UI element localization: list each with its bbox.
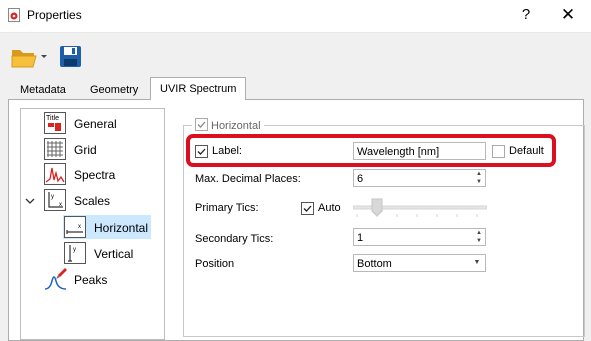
auto-checkbox[interactable] (301, 202, 314, 215)
secondary-tics-spinbox[interactable]: 1 ▲ ▼ (353, 228, 486, 246)
spin-up-icon[interactable]: ▲ (475, 230, 483, 237)
tree-item-peaks[interactable]: Peaks (74, 269, 107, 291)
tab-uvir-spectrum[interactable]: UVIR Spectrum (150, 77, 247, 100)
primary-tics-label: Primary Tics: (195, 202, 259, 214)
horizontal-enable-checkbox[interactable] (195, 118, 208, 131)
svg-text:y: y (73, 247, 76, 253)
dropdown-arrow-icon: ▼ (473, 259, 481, 266)
auto-checkbox-text: Auto (318, 202, 341, 214)
tree-item-vertical[interactable]: Vertical (94, 243, 133, 265)
primary-tics-slider[interactable] (352, 196, 488, 218)
tree-item-scales[interactable]: Scales (74, 190, 110, 212)
vertical-scale-icon: y (64, 242, 86, 264)
save-disk-icon (60, 46, 81, 67)
secondary-tics-label: Secondary Tics: (195, 233, 274, 245)
title-icon: Title (44, 112, 66, 134)
peaks-icon (44, 267, 67, 290)
spin-up-icon[interactable]: ▲ (475, 171, 483, 178)
position-value: Bottom (357, 258, 392, 270)
properties-app-icon (7, 8, 21, 22)
grid-icon (44, 138, 66, 160)
tree-item-horizontal[interactable]: Horizontal (94, 217, 148, 239)
decimal-places-value: 6 (357, 173, 364, 185)
close-button[interactable]: ✕ (556, 4, 580, 26)
save-button[interactable] (58, 44, 84, 70)
horizontal-scale-icon: x (64, 216, 86, 238)
spin-down-icon[interactable]: ▼ (475, 238, 483, 245)
tab-geometry[interactable]: Geometry (82, 80, 146, 100)
group-title-row: Horizontal (192, 118, 264, 132)
chevron-down-icon[interactable] (25, 195, 35, 205)
secondary-tics-value: 1 (357, 232, 364, 244)
svg-text:x: x (59, 202, 62, 208)
svg-text:x: x (78, 224, 81, 230)
spectra-icon (44, 163, 66, 185)
decimal-places-spinbox[interactable]: 6 ▲ ▼ (353, 169, 486, 187)
tree-item-spectra[interactable]: Spectra (74, 164, 115, 186)
svg-text:y: y (51, 194, 54, 200)
window-title: Properties (27, 8, 82, 22)
position-label: Position (195, 258, 235, 270)
svg-text:Title: Title (46, 115, 59, 122)
decimal-places-label: Max. Decimal Places: (195, 173, 301, 185)
tree-item-grid[interactable]: Grid (74, 139, 97, 161)
open-folder-button[interactable] (10, 44, 50, 70)
position-dropdown[interactable]: Bottom ▼ (353, 254, 486, 272)
scales-icon: y x (44, 189, 66, 211)
annotation-highlight-box (186, 134, 556, 167)
spin-down-icon[interactable]: ▼ (475, 179, 483, 186)
title-bar (0, 0, 591, 33)
folder-open-icon (11, 50, 47, 68)
group-title: Horizontal (211, 120, 261, 132)
tab-metadata[interactable]: Metadata (12, 80, 74, 100)
tree-item-general[interactable]: General (74, 113, 117, 135)
help-button[interactable]: ? (516, 5, 536, 25)
